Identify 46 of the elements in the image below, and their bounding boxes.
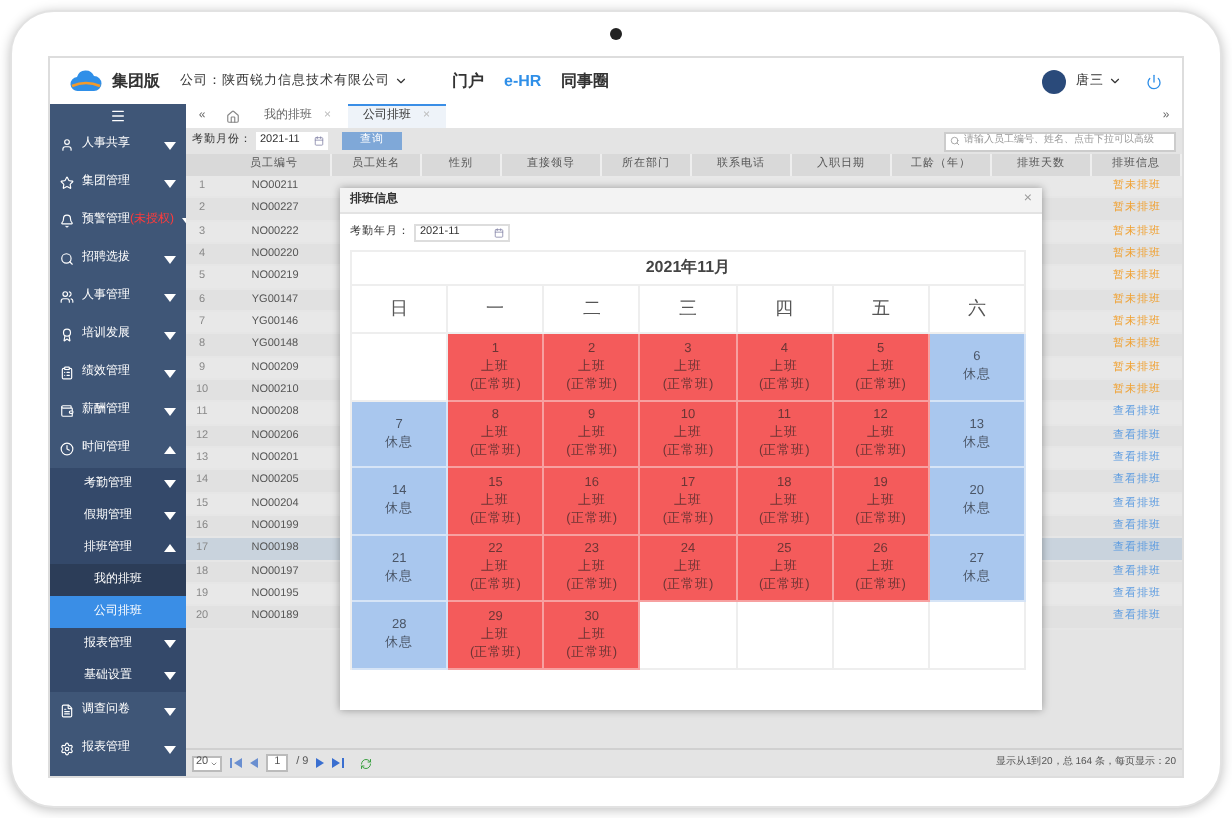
calendar-icon [314,136,324,146]
caret-icon [164,445,176,453]
caret-icon [164,407,176,415]
menu-item-icon [60,404,74,418]
cloud-logo-icon [70,70,102,92]
caret-icon [164,672,176,680]
last-page-icon[interactable] [332,758,345,768]
menu-item-icon [60,704,74,718]
caret-icon [164,179,176,187]
caret-icon [164,369,176,377]
caret-icon [164,255,176,263]
menu-icon[interactable] [110,107,126,123]
menu-item-icon [60,366,74,380]
avatar[interactable] [1042,69,1066,93]
first-page-icon[interactable] [230,758,243,768]
calendar-title: 2021年11月 [352,252,1026,286]
chevron-down-icon [1108,74,1122,88]
logo-text: 集团版 [112,69,160,93]
menu-item-icon [60,442,74,456]
nav-link[interactable]: 门户 [452,69,484,93]
previous-page-icon[interactable] [250,758,259,768]
calendar-icon [494,227,504,237]
search-icon [950,136,960,146]
menu-item-icon [60,328,74,342]
caret-icon [164,293,176,301]
home-icon[interactable] [226,109,240,123]
menu-item-icon [60,176,74,190]
menu-item-icon [60,214,74,228]
caret-icon [164,512,176,520]
caret-icon [164,640,176,648]
caret-icon [164,544,176,552]
power-icon[interactable] [1146,73,1162,89]
menu-item-icon [60,290,74,304]
nav-link[interactable]: e-HR [504,69,542,93]
nav-link[interactable]: 同事圈 [561,69,610,93]
next-page-icon[interactable] [316,758,325,768]
menu-item-icon [60,252,74,266]
caret-icon [164,707,176,715]
caret-icon [164,331,176,339]
chevron-down-icon [394,74,408,88]
menu-item-icon [60,742,74,756]
refresh-icon[interactable] [360,757,373,769]
menu-item-icon [60,138,74,152]
caret-icon [164,141,176,149]
caret-icon [164,480,176,488]
caret-icon [164,745,176,753]
